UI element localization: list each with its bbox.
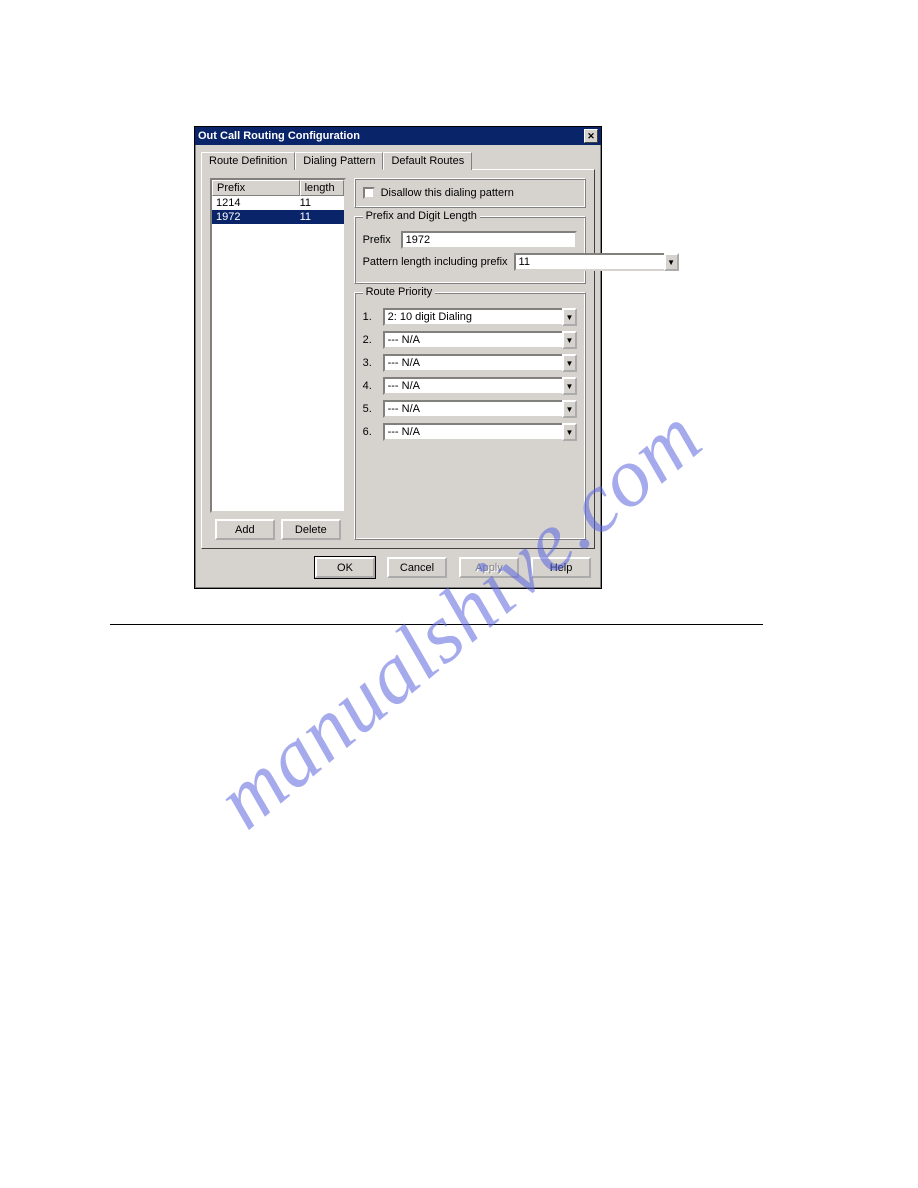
tab-label: Default Routes xyxy=(391,155,464,167)
priority-row: 5. ▼ xyxy=(363,400,577,418)
btn-label: Help xyxy=(550,562,573,574)
chevron-down-icon[interactable]: ▼ xyxy=(562,400,577,418)
priority-row: 6. ▼ xyxy=(363,423,577,441)
pattern-length-row: Pattern length including prefix ▼ xyxy=(363,253,577,271)
btn-label: Add xyxy=(235,524,255,536)
col-label: Prefix xyxy=(217,182,245,194)
tab-default-routes[interactable]: Default Routes xyxy=(383,152,472,170)
divider xyxy=(110,624,763,625)
apply-button[interactable]: Apply xyxy=(459,557,519,578)
priority-row: 2. ▼ xyxy=(363,331,577,349)
priority-row: 3. ▼ xyxy=(363,354,577,372)
priority-row: 1. ▼ xyxy=(363,308,577,326)
chevron-down-icon[interactable]: ▼ xyxy=(562,354,577,372)
pattern-length-input[interactable] xyxy=(514,253,664,271)
cell-length: 11 xyxy=(300,196,340,210)
priority-6-input[interactable] xyxy=(383,423,562,441)
priority-5-combo[interactable]: ▼ xyxy=(383,400,577,418)
priority-1-input[interactable] xyxy=(383,308,562,326)
list-row[interactable]: 1972 11 xyxy=(212,210,344,224)
prefix-digit-group: Prefix and Digit Length Prefix Pattern l… xyxy=(354,216,586,284)
chevron-down-icon[interactable]: ▼ xyxy=(562,308,577,326)
chevron-down-icon[interactable]: ▼ xyxy=(562,377,577,395)
disallow-row: Disallow this dialing pattern xyxy=(363,187,577,199)
list-header: Prefix length xyxy=(212,180,344,196)
priority-5-input[interactable] xyxy=(383,400,562,418)
priority-num: 1. xyxy=(363,311,375,323)
priority-6-combo[interactable]: ▼ xyxy=(383,423,577,441)
cancel-button[interactable]: Cancel xyxy=(387,557,447,578)
priority-num: 6. xyxy=(363,426,375,438)
disallow-checkbox[interactable] xyxy=(363,187,375,199)
priority-4-combo[interactable]: ▼ xyxy=(383,377,577,395)
list-buttons: Add Delete xyxy=(210,519,346,540)
pattern-list[interactable]: Prefix length 1214 11 1972 11 xyxy=(210,178,346,513)
dialog-title: Out Call Routing Configuration xyxy=(198,130,584,142)
col-prefix[interactable]: Prefix xyxy=(212,180,300,196)
group-legend: Route Priority xyxy=(363,286,436,298)
btn-label: Cancel xyxy=(400,562,434,574)
priority-num: 3. xyxy=(363,357,375,369)
left-column: Prefix length 1214 11 1972 11 xyxy=(210,178,346,540)
pattern-length-combo[interactable]: ▼ xyxy=(514,253,679,271)
prefix-row: Prefix xyxy=(363,231,577,249)
close-button[interactable]: ✕ xyxy=(584,129,598,143)
prefix-input[interactable] xyxy=(401,231,577,249)
help-button[interactable]: Help xyxy=(531,557,591,578)
priority-1-combo[interactable]: ▼ xyxy=(383,308,577,326)
tab-label: Dialing Pattern xyxy=(303,155,375,167)
btn-label: OK xyxy=(337,562,353,574)
list-rows: 1214 11 1972 11 xyxy=(212,196,344,224)
disallow-label: Disallow this dialing pattern xyxy=(381,187,514,199)
priority-num: 2. xyxy=(363,334,375,346)
titlebar[interactable]: Out Call Routing Configuration ✕ xyxy=(195,127,601,145)
col-length[interactable]: length xyxy=(300,180,344,196)
chevron-down-icon[interactable]: ▼ xyxy=(562,331,577,349)
priority-2-input[interactable] xyxy=(383,331,562,349)
priority-3-input[interactable] xyxy=(383,354,562,372)
dialog-buttons: OK Cancel Apply Help xyxy=(195,549,601,588)
cell-prefix: 1214 xyxy=(216,196,300,210)
out-call-routing-dialog: Out Call Routing Configuration ✕ Route D… xyxy=(194,126,602,589)
btn-label: Apply xyxy=(475,562,503,574)
disallow-group: Disallow this dialing pattern xyxy=(354,178,586,208)
ok-button[interactable]: OK xyxy=(315,557,375,578)
priority-num: 4. xyxy=(363,380,375,392)
chevron-down-icon[interactable]: ▼ xyxy=(664,253,679,271)
col-label: length xyxy=(305,182,335,194)
priority-2-combo[interactable]: ▼ xyxy=(383,331,577,349)
pattern-length-label: Pattern length including prefix xyxy=(363,256,508,268)
right-column: Disallow this dialing pattern Prefix and… xyxy=(354,178,586,540)
priority-4-input[interactable] xyxy=(383,377,562,395)
list-row[interactable]: 1214 11 xyxy=(212,196,344,210)
chevron-down-icon[interactable]: ▼ xyxy=(562,423,577,441)
delete-button[interactable]: Delete xyxy=(281,519,341,540)
btn-label: Delete xyxy=(295,524,327,536)
tab-body: Prefix length 1214 11 1972 11 xyxy=(201,169,595,549)
close-icon: ✕ xyxy=(587,131,595,142)
prefix-label: Prefix xyxy=(363,234,395,246)
tab-route-definition[interactable]: Route Definition xyxy=(201,152,295,170)
cell-length: 11 xyxy=(300,210,340,224)
add-button[interactable]: Add xyxy=(215,519,275,540)
group-legend: Prefix and Digit Length xyxy=(363,210,480,222)
priority-row: 4. ▼ xyxy=(363,377,577,395)
priority-3-combo[interactable]: ▼ xyxy=(383,354,577,372)
tab-strip: Route Definition Dialing Pattern Default… xyxy=(201,151,595,169)
tab-label: Route Definition xyxy=(209,155,287,167)
route-priority-group: Route Priority 1. ▼ 2. ▼ xyxy=(354,292,586,540)
tabs-container: Route Definition Dialing Pattern Default… xyxy=(195,145,601,549)
cell-prefix: 1972 xyxy=(216,210,300,224)
tab-dialing-pattern[interactable]: Dialing Pattern xyxy=(295,152,383,170)
priority-num: 5. xyxy=(363,403,375,415)
